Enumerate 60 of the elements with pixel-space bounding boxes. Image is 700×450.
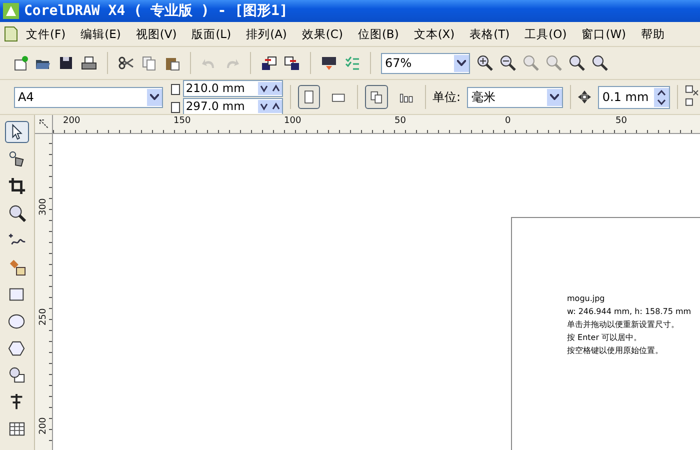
menu-item[interactable]: 版面(L) — [184, 22, 238, 46]
import-icon[interactable] — [261, 55, 277, 71]
zoom-out-icon[interactable] — [500, 55, 516, 71]
menu-item[interactable]: 帮助 — [633, 22, 672, 46]
ruler-label: 200 — [38, 418, 48, 434]
menu-item[interactable]: 工具(O) — [516, 22, 574, 46]
units-dropdown[interactable]: 毫米 — [467, 86, 564, 108]
new-document-icon[interactable] — [12, 55, 28, 71]
publish-icon[interactable] — [321, 55, 337, 71]
ruler-label: 200 — [63, 116, 80, 126]
hint-text: 按 Enter 可以居中。 — [567, 332, 643, 344]
hint-text: mogu.jpg — [567, 293, 606, 305]
all-pages-icon[interactable] — [365, 85, 388, 109]
ruler-label: 100 — [284, 116, 302, 126]
copy-icon[interactable] — [141, 55, 157, 71]
page-height-field[interactable]: 297.0 mm — [182, 98, 283, 114]
scissors-icon[interactable] — [118, 55, 134, 71]
ruler-label: 150 — [174, 116, 191, 126]
app-logo-icon — [3, 3, 19, 19]
hint-text: 单击并拖动以便重新设置尺寸。 — [567, 319, 680, 331]
zoom-page-icon[interactable] — [569, 55, 585, 71]
document-icon — [4, 26, 18, 42]
hint-text: w: 246.944 mm, h: 158.75 mm — [567, 306, 692, 318]
menu-item[interactable]: 编辑(E) — [72, 22, 128, 46]
window-title: CorelDRAW X4 ( 专业版 ) - [图形1] — [24, 2, 288, 20]
hint-text: 按空格键以使用原始位置。 — [567, 345, 664, 357]
spin-arrows-icon — [258, 82, 282, 94]
ruler-label: 0 — [505, 116, 511, 126]
ruler-origin-icon — [38, 119, 48, 129]
ruler-label: 250 — [38, 308, 48, 325]
portrait-icon[interactable] — [298, 85, 320, 109]
menu-item[interactable]: 文件(F) — [18, 22, 73, 46]
page-width-icon — [170, 82, 181, 94]
zoom-level-dropdown[interactable]: 67% — [381, 52, 470, 74]
ruler-label: 50 — [394, 116, 406, 126]
spin-arrows-icon — [258, 100, 282, 112]
zoom-in-icon[interactable] — [477, 55, 493, 71]
menu-item[interactable]: 位图(B) — [350, 22, 406, 46]
checklist-icon[interactable] — [344, 55, 360, 71]
paste-icon[interactable] — [164, 55, 180, 71]
menu-item[interactable]: 排列(A) — [238, 22, 294, 46]
menu-item[interactable]: 窗口(W) — [574, 22, 634, 46]
ruler-label: 50 — [616, 116, 627, 126]
menu-item[interactable]: 文本(X) — [406, 22, 462, 46]
nudge-arrows-icon — [578, 90, 592, 104]
menu-item[interactable]: 视图(V) — [128, 22, 184, 46]
ruler-label: 300 — [38, 198, 48, 216]
save-icon[interactable] — [58, 55, 74, 71]
print-icon[interactable] — [81, 55, 97, 71]
zoom-width-icon[interactable] — [592, 55, 608, 71]
page-height-icon — [170, 100, 181, 112]
pointer-icon[interactable] — [5, 121, 29, 143]
export-icon[interactable] — [284, 55, 300, 71]
paper-size-dropdown[interactable]: A4 — [14, 86, 163, 108]
menu-item[interactable]: 效果(C) — [294, 22, 350, 46]
spin-arrows-icon — [654, 88, 670, 106]
nudge-distance-field[interactable]: 0.1 mm — [598, 86, 670, 108]
page-width-field[interactable]: 210.0 mm — [182, 80, 283, 96]
units-label: 单位: — [432, 88, 460, 106]
menu-item[interactable]: 表格(T) — [462, 22, 517, 46]
